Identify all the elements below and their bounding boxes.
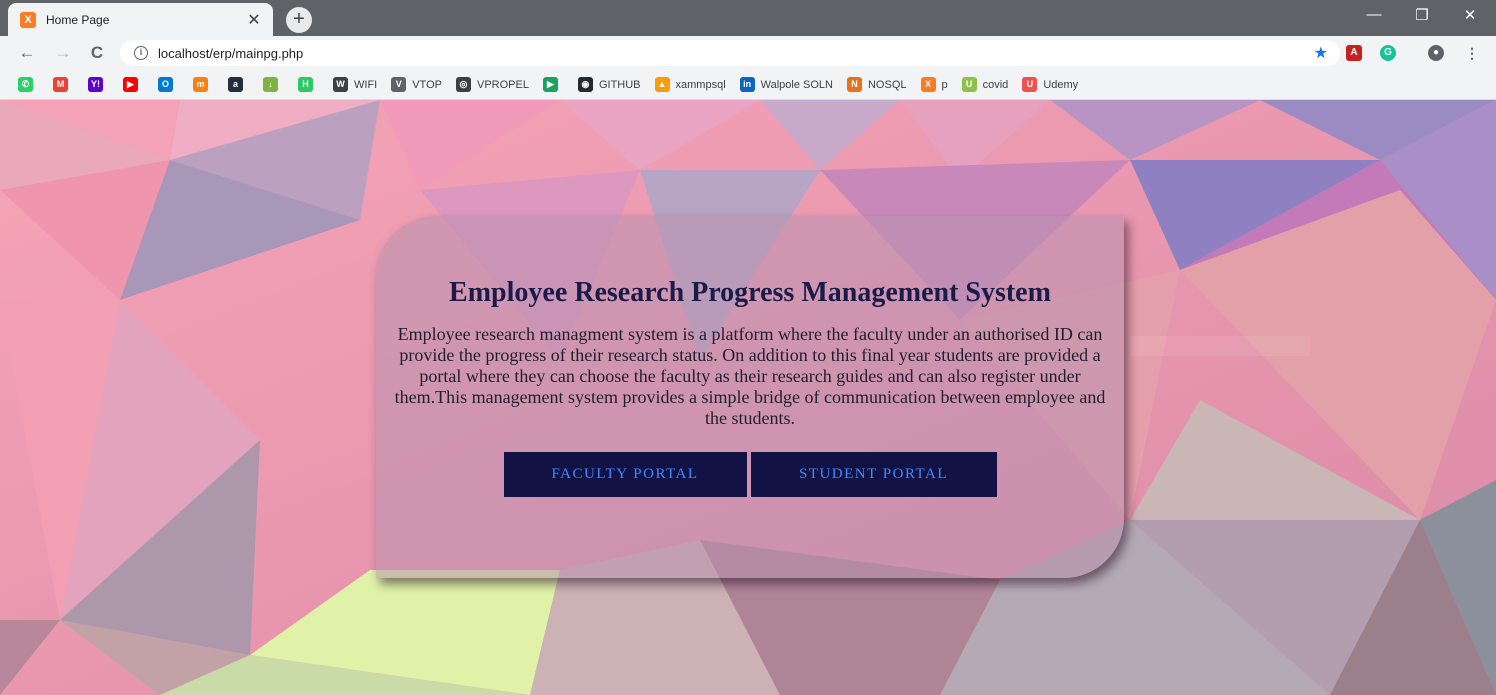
- tab-title: Home Page: [46, 12, 110, 27]
- outlook-icon: O: [158, 77, 173, 92]
- covid-icon: U: [961, 77, 977, 92]
- bookmark-gmail[interactable]: M: [53, 77, 74, 92]
- minimize-button[interactable]: —: [1354, 6, 1394, 23]
- bookmarks-bar: ✆ M Y! ▶ Om a ↓ H W WIFI V VTOP ◎ VPROPEL ▶ ◉ GITHUB ▲ xam…: [0, 70, 1496, 100]
- whatsapp-icon: ✆: [18, 77, 33, 92]
- bookmark-whatsapp[interactable]: ✆: [18, 77, 39, 92]
- bookmark-moodle[interactable]: m: [193, 77, 214, 92]
- github-icon: ◉: [577, 77, 593, 92]
- bookmark-github[interactable]: ◉ GITHUB: [577, 77, 641, 92]
- bookmark-star-icon[interactable]: ★: [1314, 43, 1328, 63]
- bookmark-download[interactable]: ↓: [263, 77, 284, 92]
- faint-overlay-text: [1130, 336, 1310, 356]
- page-description: Employee research managment system is a …: [394, 324, 1106, 428]
- bookmark-label: NOSQL: [867, 78, 907, 91]
- bookmark-wifi[interactable]: W WIFI: [333, 77, 377, 92]
- linkedin-icon: in: [739, 77, 755, 92]
- address-bar[interactable]: i localhost/erp/mainpg.php ★: [120, 40, 1340, 66]
- hackerrank-icon: H: [298, 77, 313, 92]
- bookmark-yahoo[interactable]: Y!: [88, 77, 109, 92]
- bookmark-youtube[interactable]: ▶: [123, 77, 144, 92]
- amazon-icon: a: [228, 77, 243, 92]
- youtube-icon: ▶: [123, 77, 138, 92]
- portal-buttons: FACULTY PORTAL STUDENT PORTAL: [382, 452, 1118, 497]
- bookmark-label: xammpsql: [675, 78, 726, 91]
- xampp-icon: X: [920, 77, 936, 92]
- bookmark-play[interactable]: ▶: [542, 77, 564, 92]
- bookmark-label: p: [941, 78, 948, 91]
- bookmark-phpmyadmin[interactable]: ▲ xammpsql: [654, 77, 726, 92]
- bookmark-outlook[interactable]: O: [158, 77, 179, 92]
- browser-chrome: X Home Page ✕ + — ❐ ✕ ← → C i localhost/…: [0, 0, 1496, 100]
- intro-card: Employee Research Progress Management Sy…: [376, 216, 1124, 578]
- bookmark-label: Udemy: [1043, 78, 1079, 91]
- phpmyadmin-icon: ▲: [654, 77, 670, 92]
- back-arrow-icon[interactable]: ←: [16, 43, 38, 63]
- globe-icon: ◎: [455, 77, 471, 92]
- close-window-button[interactable]: ✕: [1450, 6, 1490, 24]
- browser-toolbar: ← → C i localhost/erp/mainpg.php ★ A G ●…: [0, 36, 1496, 70]
- site-info-icon[interactable]: i: [134, 46, 148, 60]
- tab-strip: X Home Page ✕ + — ❐ ✕: [0, 0, 1496, 36]
- close-tab-icon[interactable]: ✕: [245, 10, 263, 30]
- play-icon: ▶: [542, 77, 558, 92]
- bookmark-label: VPROPEL: [476, 78, 529, 91]
- tab-home-page[interactable]: X Home Page ✕: [8, 3, 273, 36]
- udemy-icon: U: [1022, 77, 1038, 92]
- bookmark-covid[interactable]: Ucovid: [961, 77, 1009, 92]
- bookmark-label: VTOP: [412, 78, 442, 91]
- reload-icon[interactable]: C: [86, 43, 108, 63]
- pdf-extension-icon[interactable]: A: [1346, 45, 1362, 61]
- bookmark-vtop[interactable]: V VTOP: [391, 77, 442, 92]
- bookmark-linkedin[interactable]: in Walpole SOLN: [739, 77, 833, 92]
- faculty-portal-button[interactable]: FACULTY PORTAL: [503, 452, 747, 497]
- bookmark-amazon[interactable]: a: [228, 77, 249, 92]
- bookmark-globe[interactable]: ◎ VPROPEL: [455, 77, 529, 92]
- yahoo-icon: Y!: [88, 77, 103, 92]
- download-icon: ↓: [263, 77, 278, 92]
- url-text[interactable]: localhost/erp/mainpg.php: [158, 46, 303, 61]
- bookmark-nosql[interactable]: N NOSQL: [846, 77, 907, 92]
- moodle-icon: m: [193, 77, 208, 92]
- grammarly-icon[interactable]: G: [1380, 45, 1396, 61]
- bookmark-label: covid: [982, 78, 1009, 91]
- bookmark-label: Walpole SOLN: [760, 78, 833, 91]
- bookmark-label: GITHUB: [598, 78, 641, 91]
- menu-kebab-icon[interactable]: ⋮: [1464, 45, 1480, 61]
- bookmark-xampp[interactable]: Xp: [920, 77, 948, 92]
- bookmark-label: WIFI: [354, 78, 378, 91]
- page-title: Employee Research Progress Management Sy…: [449, 277, 1051, 308]
- nosql-icon: N: [846, 77, 862, 92]
- gmail-icon: M: [53, 77, 68, 92]
- new-tab-button[interactable]: +: [286, 7, 312, 33]
- vtop-icon: V: [391, 77, 407, 92]
- restore-button[interactable]: ❐: [1402, 6, 1442, 24]
- bookmark-hackerrank[interactable]: H: [298, 77, 319, 92]
- xampp-icon: X: [20, 11, 36, 28]
- bookmark-udemy[interactable]: U Udemy: [1022, 77, 1078, 92]
- page-viewport: Employee Research Progress Management Sy…: [0, 100, 1496, 695]
- student-portal-button[interactable]: STUDENT PORTAL: [750, 452, 997, 497]
- profile-icon[interactable]: ●: [1428, 45, 1444, 61]
- forward-arrow-icon[interactable]: →: [52, 43, 74, 63]
- wifi-icon: W: [333, 77, 348, 92]
